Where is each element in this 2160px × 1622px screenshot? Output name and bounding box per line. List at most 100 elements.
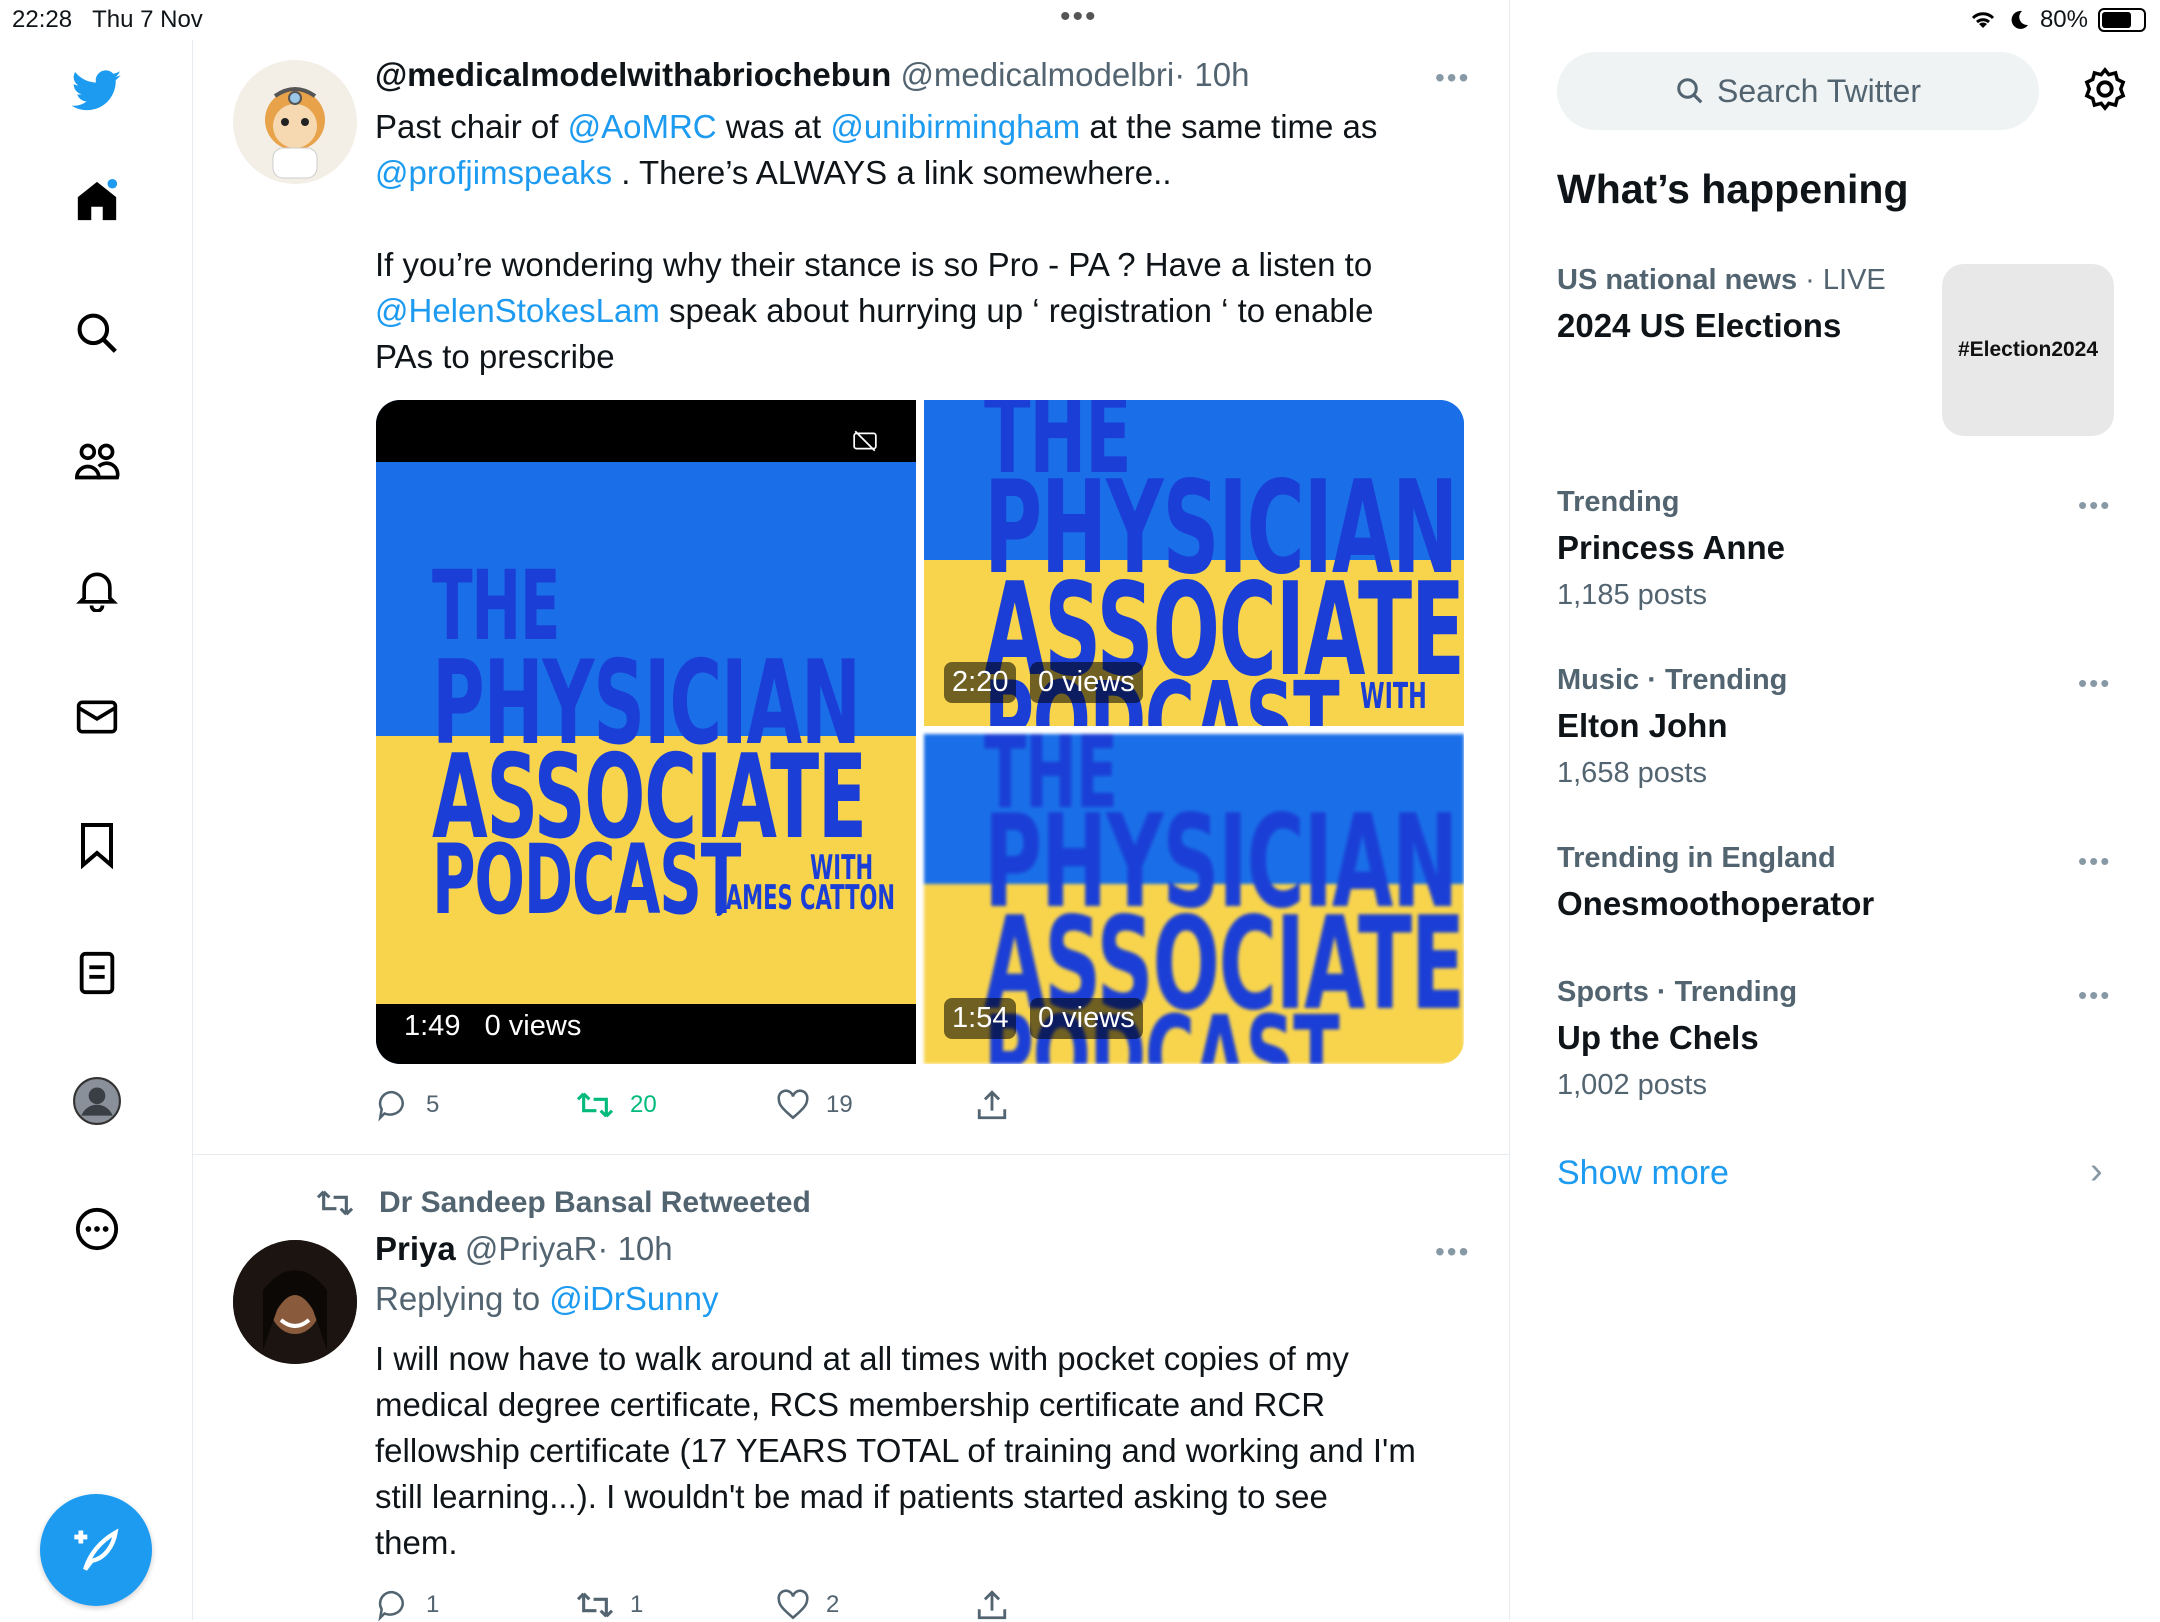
tweet-header: @medicalmodelwithabriochebun @medicalmod… [375, 56, 1249, 94]
battery-percent: 80% [2039, 6, 2088, 33]
mention-link[interactable]: @profjimspeaks [375, 154, 612, 191]
more-icon[interactable] [72, 1204, 122, 1254]
notifications-icon[interactable] [72, 564, 122, 614]
reply-button[interactable]: 5 [376, 1088, 576, 1122]
video-duration-label: 2:20 [944, 662, 1017, 703]
compose-icon [74, 1528, 119, 1571]
trend-item[interactable]: Trending Princess Anne 1,185 posts [1557, 486, 1785, 612]
lists-icon[interactable] [72, 948, 122, 998]
communities-icon[interactable] [72, 436, 122, 486]
retweeted-by-row: Dr Sandeep Bansal Retweeted [315, 1186, 811, 1220]
trend-meta: Sports · Trending [1557, 976, 1798, 1008]
home-icon[interactable] [72, 176, 122, 226]
wifi-icon [1971, 12, 1995, 28]
trend-more-button[interactable]: ••• [2078, 668, 2111, 699]
text: . There’s ALWAYS a link somewhere.. [612, 154, 1172, 191]
share-button[interactable] [976, 1588, 1008, 1622]
tweet-more-button[interactable]: ••• [1435, 1236, 1470, 1268]
mention-link[interactable]: @HelenStokesLam [375, 292, 660, 329]
reply-count: 1 [426, 1591, 440, 1618]
mention-link[interactable]: @unibirmingham [830, 108, 1080, 145]
avatar[interactable] [233, 60, 357, 184]
podcast-title-line: PODCAST [432, 824, 741, 936]
tweet-actions: 5 20 19 [376, 1088, 1008, 1122]
reply-button[interactable]: 1 [376, 1588, 576, 1622]
trend-more-button[interactable]: ••• [2078, 490, 2111, 521]
trend-posts: 1,002 posts [1557, 1069, 1707, 1101]
reply-icon [378, 1590, 404, 1622]
text: speak about hurrying up ‘ registration ‘… [659, 292, 1374, 329]
battery-icon [2098, 8, 2146, 32]
retweeted-by-label[interactable]: Dr Sandeep Bansal Retweeted [379, 1186, 811, 1220]
trend-name: Up the Chels [1557, 1019, 1759, 1056]
text: Past chair of [375, 108, 568, 145]
trend-thumbnail[interactable]: #Election2024 [1942, 264, 2114, 436]
video-views-label: 0 views [1030, 662, 1143, 703]
share-button[interactable] [976, 1088, 1008, 1122]
video-duration-label: 1:54 [944, 998, 1017, 1039]
chevron-right-icon[interactable]: › [2090, 1150, 2103, 1193]
video-duration-label: 1:49 0 views [404, 1010, 582, 1042]
gear-icon [2084, 67, 2126, 111]
bookmarks-icon[interactable] [72, 820, 122, 870]
like-button[interactable]: 2 [776, 1588, 976, 1622]
divider [193, 1154, 1509, 1155]
video-thumbnail[interactable]: THE PHYSICIAN ASSOCIATE PODCAST WITH 2:2… [924, 400, 1464, 726]
timestamp[interactable]: · 10h [597, 1230, 672, 1267]
text-line: medical degree certificate, RCS membersh… [375, 1386, 1326, 1423]
share-icon [977, 1090, 1007, 1120]
heart-icon [777, 1589, 809, 1620]
trend-item[interactable]: Trending in England Onesmoothoperator [1557, 842, 1874, 923]
handle[interactable]: @medicalmodelbri [900, 56, 1174, 93]
caption-icon[interactable] [852, 428, 878, 454]
trend-category: US national news [1557, 264, 1798, 296]
display-name[interactable]: Priya [375, 1230, 456, 1267]
profile-icon[interactable] [72, 1076, 122, 1126]
trend-posts: 1,658 posts [1557, 757, 1707, 789]
search-input[interactable]: Search Twitter [1557, 52, 2039, 130]
settings-button[interactable] [2082, 66, 2128, 117]
tweet-body: Past chair of @AoMRC was at @unibirmingh… [375, 104, 1435, 380]
handle[interactable]: @PriyaR [465, 1230, 598, 1267]
text: If you’re wondering why their stance is … [375, 246, 1373, 283]
left-nav [0, 40, 193, 1620]
twitter-logo-icon[interactable] [72, 66, 122, 116]
podcast-with: WITH [1360, 676, 1427, 717]
display-name[interactable]: @medicalmodelwithabriochebun [375, 56, 891, 93]
thumbnail-tag: #Election2024 [1957, 338, 2099, 361]
trend-meta: Music · Trending [1557, 664, 1788, 696]
trend-item[interactable]: Sports · Trending Up the Chels 1,002 pos… [1557, 976, 1797, 1102]
featured-trend[interactable]: US national news · LIVE 2024 US Election… [1557, 264, 1886, 345]
trend-meta: Trending [1557, 486, 1680, 518]
retweet-button[interactable]: 20 [576, 1088, 776, 1122]
show-more-link[interactable]: Show more [1557, 1154, 1729, 1193]
trend-more-button[interactable]: ••• [2078, 980, 2111, 1011]
timestamp[interactable]: · 10h [1174, 56, 1249, 93]
compose-tweet-button[interactable] [40, 1494, 152, 1606]
section-heading: What’s happening [1557, 166, 1909, 212]
video-views-label: 0 views [1030, 998, 1143, 1039]
reply-count: 5 [426, 1091, 440, 1118]
retweet-icon [316, 1190, 354, 1216]
search-icon[interactable] [72, 308, 122, 358]
text: at the same time as [1080, 108, 1378, 145]
reply-icon [378, 1090, 404, 1122]
mention-link[interactable]: @iDrSunny [549, 1280, 718, 1317]
live-label: · LIVE [1797, 264, 1886, 296]
avatar[interactable] [233, 1240, 357, 1364]
tweet-more-button[interactable]: ••• [1435, 62, 1470, 94]
trend-more-button[interactable]: ••• [2078, 846, 2111, 877]
retweet-count: 1 [630, 1591, 644, 1618]
trend-name: Onesmoothoperator [1557, 885, 1875, 922]
tweet-actions: 1 1 2 [376, 1588, 1008, 1622]
text-line: fellowship certificate (17 YEARS TOTAL o… [375, 1432, 1416, 1469]
retweet-button[interactable]: 1 [576, 1588, 776, 1622]
trend-item[interactable]: Music · Trending Elton John 1,658 posts [1557, 664, 1787, 790]
video-thumbnail[interactable]: THE PHYSICIAN ASSOCIATE PODCAST WITH JAM… [376, 400, 916, 1064]
like-button[interactable]: 19 [776, 1088, 976, 1122]
trend-posts: 1,185 posts [1557, 579, 1707, 611]
messages-icon[interactable] [72, 692, 122, 742]
mention-link[interactable]: @AoMRC [568, 108, 717, 145]
trend-name: Elton John [1557, 707, 1728, 744]
replying-prefix: Replying to [375, 1280, 550, 1317]
